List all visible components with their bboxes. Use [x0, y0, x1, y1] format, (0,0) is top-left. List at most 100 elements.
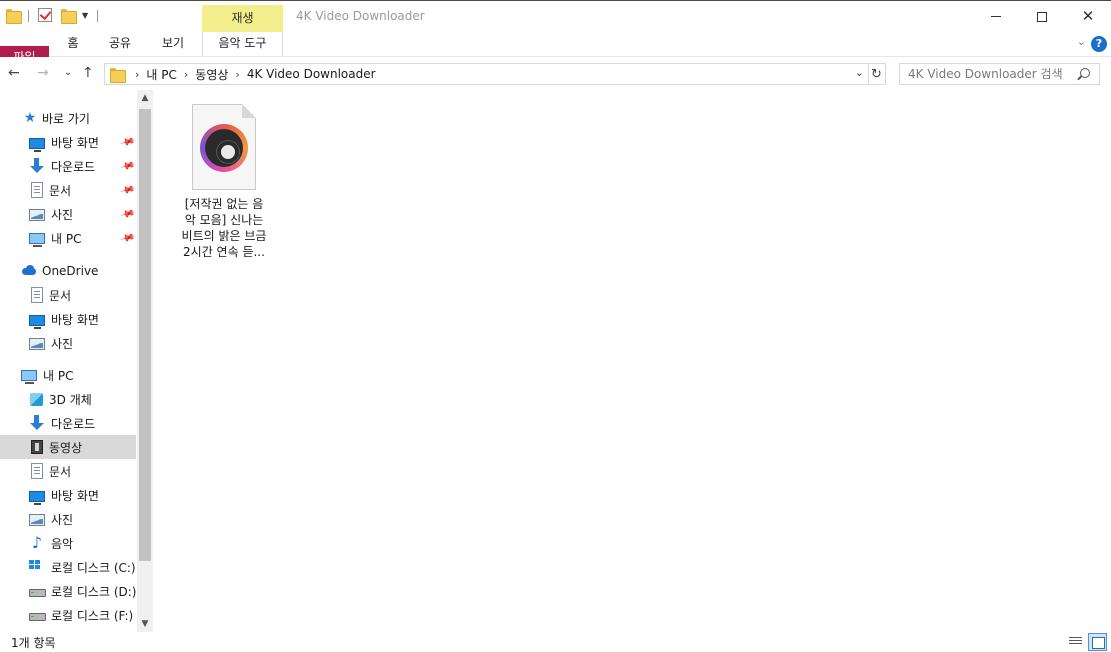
nav-item-onedrive-desktop[interactable]: 바탕 화면	[29, 307, 153, 331]
file-thumbnail	[192, 104, 256, 190]
context-tab-group-label: 재생	[202, 5, 283, 32]
maximize-button[interactable]	[1019, 1, 1065, 32]
search-box[interactable]	[899, 63, 1100, 85]
maximize-icon	[1037, 11, 1047, 22]
nav-item-onedrive-pictures[interactable]: 사진	[29, 331, 153, 355]
ribbon-tabs: 파일 홈 공유 보기 음악 도구 ⌄ ?	[0, 32, 1111, 70]
breadcrumb-4k-video-downloader[interactable]: 4K Video Downloader	[247, 67, 376, 81]
window-title: 4K Video Downloader	[296, 9, 425, 23]
pc-icon	[29, 233, 45, 247]
expand-ribbon-chevron-icon[interactable]: ⌄	[1077, 35, 1086, 48]
nav-item-pictures[interactable]: 사진 📌	[29, 202, 153, 226]
picture-icon	[29, 338, 45, 350]
music-note-icon: ♪	[31, 533, 43, 552]
breadcrumb-separator[interactable]: ›	[235, 68, 239, 81]
scroll-down-arrow-icon[interactable]: ▼	[137, 619, 153, 629]
back-button[interactable]: ←	[8, 65, 20, 81]
scroll-up-arrow-icon[interactable]: ▲	[137, 93, 153, 103]
help-icon[interactable]: ?	[1091, 36, 1107, 52]
picture-icon	[29, 209, 45, 221]
drive-icon	[29, 583, 46, 599]
nav-item-3d-objects[interactable]: 3D 개체	[29, 387, 153, 411]
large-icons-view-icon[interactable]	[1088, 633, 1107, 651]
file-list-area[interactable]: [저작권 없는 음 악 모음] 신나는 비트의 밝은 브금 2시간 연속 듣..…	[153, 90, 1111, 632]
minimize-icon	[991, 16, 1001, 17]
nav-item-local-disk-d[interactable]: 로컬 디스크 (D:)	[29, 579, 153, 603]
pin-icon[interactable]: 📌	[119, 230, 135, 246]
download-icon	[29, 158, 45, 174]
nav-quick-access[interactable]: ★ 바로 가기	[22, 106, 153, 130]
refresh-icon: ↻	[871, 66, 882, 82]
file-item[interactable]: [저작권 없는 음 악 모음] 신나는 비트의 밝은 브금 2시간 연속 듣..…	[175, 104, 273, 260]
video-icon	[31, 440, 43, 454]
pin-icon[interactable]: 📌	[119, 134, 135, 150]
nav-item-local-disk-f[interactable]: 로컬 디스크 (F:)	[29, 603, 153, 627]
music-disc-icon	[200, 124, 248, 172]
pc-icon	[21, 370, 37, 384]
breadcrumb-videos[interactable]: 동영상	[195, 66, 228, 83]
document-icon	[31, 287, 43, 303]
search-input[interactable]	[908, 64, 1078, 84]
address-bar[interactable]: › 내 PC › 동영상 › 4K Video Downloader ⌄	[104, 63, 869, 85]
item-count: 1개 항목	[11, 636, 56, 650]
nav-item-pc-pictures[interactable]: 사진	[29, 507, 153, 531]
tab-view[interactable]: 보기	[156, 32, 190, 56]
up-button[interactable]: ↑	[82, 65, 94, 81]
download-icon	[29, 415, 45, 431]
onedrive-cloud-icon	[21, 263, 37, 279]
nav-item-pc-downloads[interactable]: 다운로드	[29, 411, 153, 435]
nav-item-desktop[interactable]: 바탕 화면 📌	[29, 130, 153, 154]
status-bar: 1개 항목	[0, 632, 1111, 652]
new-folder-icon[interactable]	[61, 8, 77, 24]
nav-item-pc-documents[interactable]: 문서	[29, 459, 153, 483]
toolbar-separator	[28, 10, 29, 22]
details-view-icon[interactable]	[1067, 634, 1084, 649]
navigation-pane: ★ 바로 가기 바탕 화면 📌 다운로드 📌 문서 📌 사진 📌 내 PC 📌	[0, 90, 153, 632]
nav-item-onedrive-documents[interactable]: 문서	[29, 283, 153, 307]
refresh-button[interactable]: ↻	[868, 63, 886, 85]
search-icon[interactable]	[1080, 68, 1090, 78]
properties-check-icon[interactable]	[38, 8, 52, 22]
nav-item-local-disk-c[interactable]: 로컬 디스크 (C:)	[29, 555, 153, 579]
nav-this-pc[interactable]: 내 PC	[21, 363, 153, 387]
file-explorer-window: ▼ 재생 4K Video Downloader ✕ 파일 홈 공유 보기 음악…	[0, 0, 1111, 652]
recent-locations-chevron-icon[interactable]: ⌄	[64, 65, 72, 81]
toolbar-separator	[97, 10, 98, 22]
nav-onedrive[interactable]: OneDrive	[21, 259, 153, 283]
close-button[interactable]: ✕	[1065, 1, 1111, 32]
desktop-icon	[29, 490, 45, 505]
document-icon	[31, 182, 43, 198]
minimize-button[interactable]	[973, 1, 1019, 32]
pin-icon[interactable]: 📌	[119, 158, 135, 174]
desktop-icon	[29, 137, 45, 152]
breadcrumb-this-pc[interactable]: 내 PC	[146, 66, 176, 83]
breadcrumb-separator[interactable]: ›	[135, 68, 139, 81]
nav-item-pc-desktop[interactable]: 바탕 화면	[29, 483, 153, 507]
title-bar: ▼ 재생 4K Video Downloader ✕	[0, 1, 1111, 32]
system-drive-icon	[29, 559, 45, 575]
tab-home[interactable]: 홈	[58, 32, 88, 56]
nav-item-music[interactable]: ♪ 음악	[29, 531, 153, 555]
pin-icon[interactable]: 📌	[119, 182, 135, 198]
breadcrumb-separator[interactable]: ›	[184, 68, 188, 81]
forward-button[interactable]: →	[37, 65, 49, 81]
address-dropdown-icon[interactable]: ⌄	[855, 66, 864, 79]
folder-icon	[110, 67, 126, 83]
nav-item-videos[interactable]: 동영상	[0, 435, 136, 459]
navigation-pane-scrollbar[interactable]: ▲ ▼	[137, 90, 153, 632]
folder-icon[interactable]	[6, 8, 22, 24]
customize-quick-access-icon[interactable]: ▼	[82, 11, 88, 20]
scrollbar-thumb[interactable]	[139, 109, 151, 561]
picture-icon	[29, 514, 45, 526]
document-icon	[31, 463, 43, 479]
3d-objects-icon	[30, 392, 43, 406]
nav-item-this-pc-pinned[interactable]: 내 PC 📌	[29, 226, 153, 250]
nav-item-documents[interactable]: 문서 📌	[29, 178, 153, 202]
pin-icon[interactable]: 📌	[119, 206, 135, 222]
nav-item-downloads[interactable]: 다운로드 📌	[29, 154, 153, 178]
tab-share[interactable]: 공유	[104, 32, 136, 56]
file-name: [저작권 없는 음 악 모음] 신나는 비트의 밝은 브금 2시간 연속 듣..…	[181, 197, 267, 259]
star-icon: ★	[23, 110, 37, 126]
tab-music-tools[interactable]: 음악 도구	[202, 32, 283, 56]
close-icon: ✕	[1081, 7, 1095, 25]
